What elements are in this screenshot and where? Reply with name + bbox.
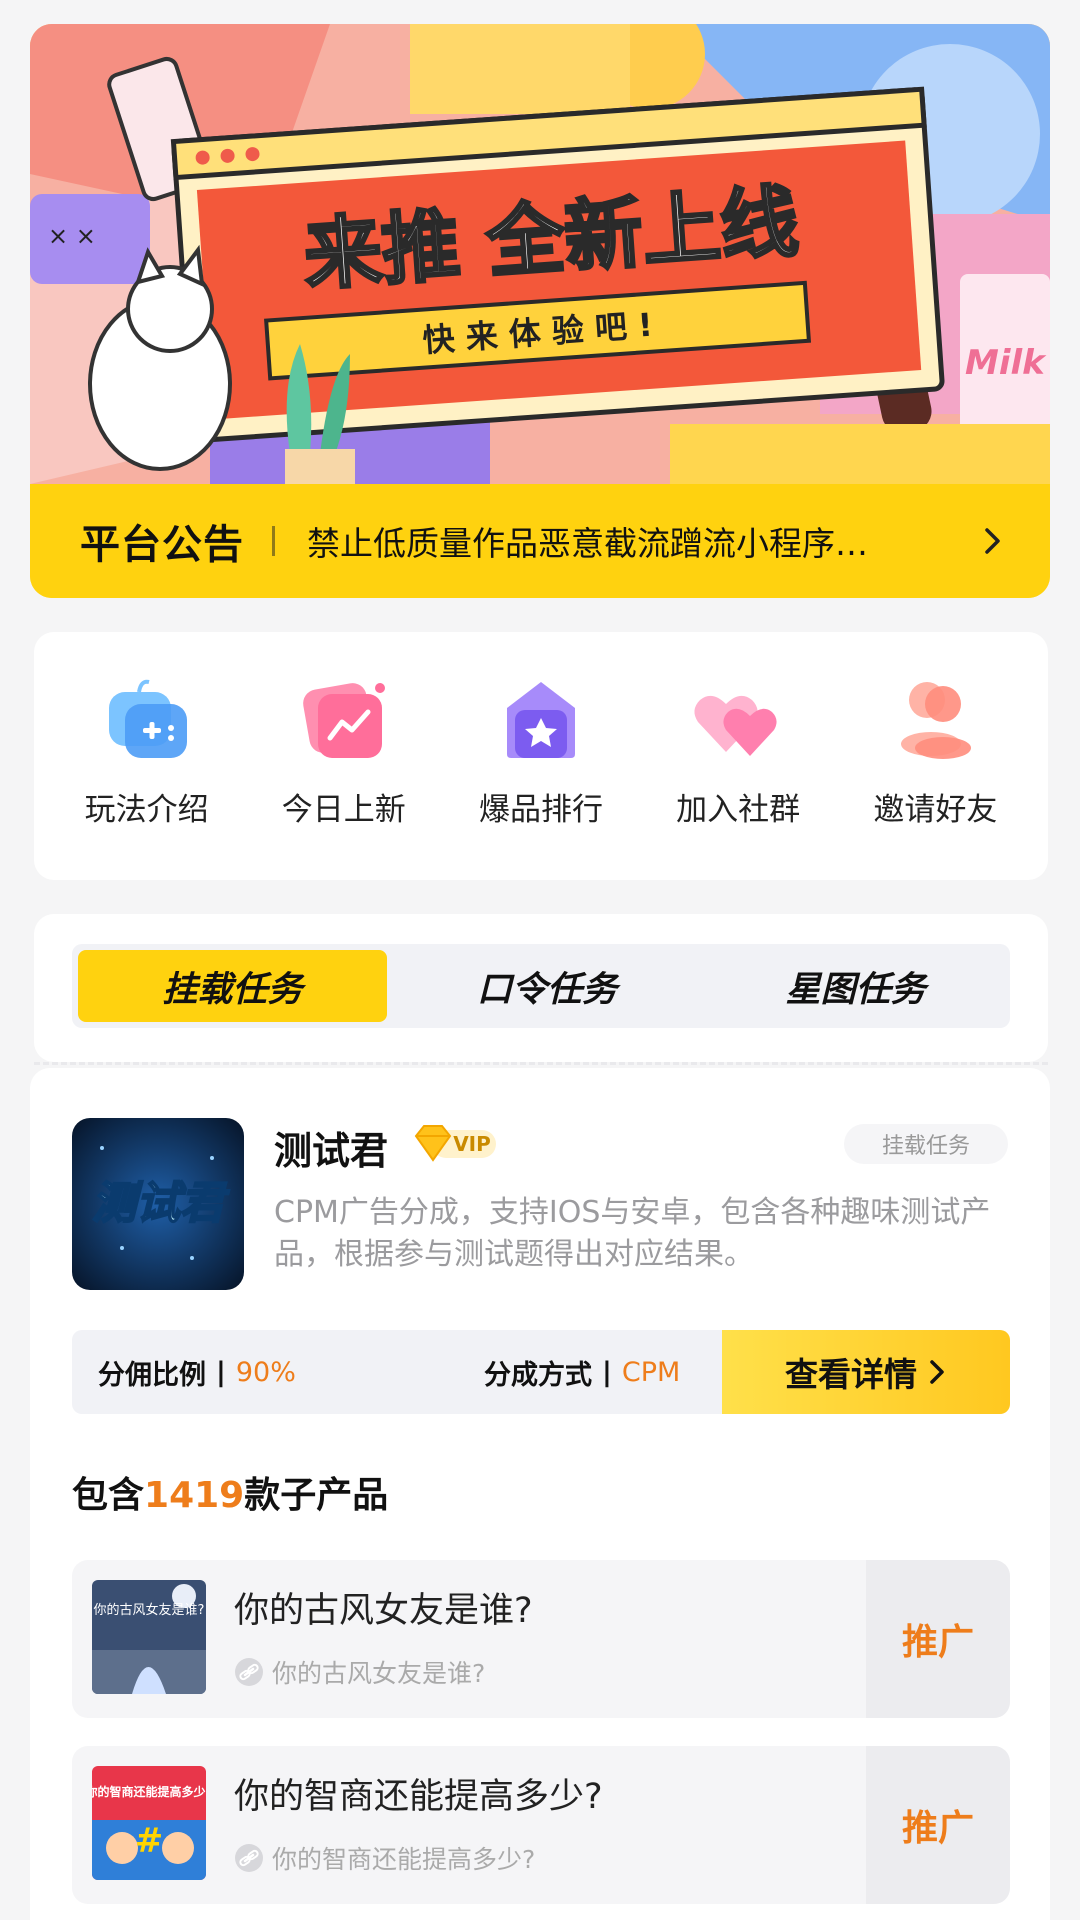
thumb-caption: 你的古风女友是谁? bbox=[94, 1602, 205, 1618]
svg-text:× ×: × × bbox=[48, 222, 96, 250]
hearts-icon bbox=[694, 695, 777, 756]
notice-text[interactable]: 禁止低质量作品恶意截流蹭流小程序… bbox=[307, 517, 927, 565]
users-icon bbox=[901, 682, 972, 759]
chevron-right-icon bbox=[930, 1360, 944, 1384]
product-card[interactable]: 测试君 测试君 VIP 挂载任务 CPM广告分成，支持IOS与安卓，包含各种趣味… bbox=[30, 1068, 1050, 1920]
sub-product-name: 你的古风女友是谁? bbox=[234, 1591, 533, 1631]
notice-divider bbox=[272, 526, 275, 556]
menu-item-gameplay[interactable]: 玩法介绍 bbox=[57, 632, 237, 880]
menu-label: 邀请好友 bbox=[873, 792, 998, 828]
banner-card[interactable]: × × Milk 来推 全新上线 快 来 体 验 吧 ! 平台公告 禁止低质量作… bbox=[30, 24, 1050, 598]
thumb-caption: 你的智商还能提高多少? bbox=[92, 1784, 206, 1799]
menu-item-hot-ranking[interactable]: 爆品排行 bbox=[451, 632, 631, 880]
link-icon bbox=[235, 1844, 263, 1872]
list-item[interactable]: 你的古风女友是谁? 你的古风女友是谁? 你的古风女友是谁? 推广 bbox=[72, 1560, 1010, 1718]
promote-button[interactable]: 推广 bbox=[866, 1560, 1010, 1718]
commission-ratio: 分佣比例 | 90% bbox=[98, 1330, 296, 1414]
notice-tag: 平台公告 bbox=[80, 522, 244, 568]
dashed-divider bbox=[34, 1062, 1048, 1065]
sub-product-thumbnail: # 你的智商还能提高多少? bbox=[92, 1766, 206, 1880]
menu-label: 加入社群 bbox=[676, 792, 801, 828]
menu-item-invite-friends[interactable]: 邀请好友 bbox=[845, 632, 1025, 880]
sub-product-thumbnail: 你的古风女友是谁? bbox=[92, 1580, 206, 1694]
sub-product-link-text: 你的古风女友是谁? bbox=[272, 1659, 486, 1688]
commission-label: 分佣比例 bbox=[98, 1359, 206, 1391]
promote-button[interactable]: 推广 bbox=[866, 1746, 1010, 1904]
sub-count-prefix: 包含 bbox=[72, 1475, 145, 1516]
sub-product-name: 你的智商还能提高多少? bbox=[234, 1777, 603, 1817]
separator: | bbox=[602, 1356, 612, 1388]
sub-product-link-text: 你的智商还能提高多少? bbox=[272, 1845, 536, 1874]
product-thumbnail[interactable]: 测试君 bbox=[72, 1118, 244, 1290]
list-item[interactable]: # 你的智商还能提高多少? 你的智商还能提高多少? 你的智商还能提高多少? 推广 bbox=[72, 1746, 1010, 1904]
sub-product-link[interactable]: 你的古风女友是谁? bbox=[234, 1654, 485, 1690]
menu-item-new-today[interactable]: 今日上新 bbox=[254, 632, 434, 880]
thumb-title: 测试君 bbox=[92, 1178, 230, 1229]
tab-password-task[interactable]: 口令任务 bbox=[393, 944, 702, 1028]
product-description: CPM广告分成，支持IOS与安卓，包含各种趣味测试产品，根据参与测试题得出对应结… bbox=[274, 1195, 991, 1272]
product-name: 测试君 bbox=[274, 1129, 389, 1173]
gamepad-icon bbox=[108, 679, 187, 758]
milk-label: Milk bbox=[965, 343, 1047, 383]
task-tabs-card: 挂载任务 口令任务 星图任务 bbox=[34, 914, 1048, 1062]
menu-item-join-group[interactable]: 加入社群 bbox=[648, 632, 828, 880]
mode-label: 分成方式 bbox=[484, 1359, 592, 1391]
commission-bar: 分佣比例 | 90% 分成方式 | CPM 查看详情 bbox=[72, 1330, 1010, 1414]
star-rank-icon bbox=[506, 682, 575, 758]
menu-label: 今日上新 bbox=[281, 792, 406, 828]
sub-product-count: 包含1419款子产品 bbox=[72, 1466, 388, 1518]
view-details-button[interactable]: 查看详情 bbox=[722, 1330, 1010, 1414]
menu-label: 爆品排行 bbox=[478, 792, 603, 828]
quick-menu: 玩法介绍 今日上新 爆品排行 加入社群 邀请好友 bbox=[34, 632, 1048, 880]
banner-illustration[interactable]: × × Milk 来推 全新上线 快 来 体 验 吧 ! bbox=[30, 24, 1050, 484]
vip-badge: VIP bbox=[414, 1125, 496, 1162]
link-icon bbox=[235, 1658, 263, 1686]
task-type-badge: 挂载任务 bbox=[843, 1124, 1008, 1164]
chevron-right-icon[interactable] bbox=[978, 527, 1006, 555]
separator: | bbox=[216, 1356, 226, 1388]
notice-bar[interactable]: 平台公告 禁止低质量作品恶意截流蹭流小程序… bbox=[30, 484, 1050, 598]
sub-product-link[interactable]: 你的智商还能提高多少? bbox=[234, 1840, 535, 1876]
task-tabs: 挂载任务 口令任务 星图任务 bbox=[72, 944, 1010, 1028]
menu-label: 玩法介绍 bbox=[84, 792, 209, 828]
tab-mount-task[interactable]: 挂载任务 bbox=[78, 950, 387, 1022]
vip-text: VIP bbox=[453, 1132, 491, 1156]
revenue-mode: 分成方式 | CPM bbox=[484, 1330, 680, 1414]
view-details-label: 查看详情 bbox=[785, 1355, 917, 1394]
mode-value: CPM bbox=[621, 1356, 681, 1388]
sub-count-suffix: 款子产品 bbox=[244, 1475, 389, 1516]
sub-count-number: 1419 bbox=[144, 1475, 245, 1516]
commission-value: 90% bbox=[235, 1356, 296, 1388]
tab-xingtu-task[interactable]: 星图任务 bbox=[701, 944, 1010, 1028]
svg-text:#: # bbox=[135, 1821, 164, 1861]
trend-chart-icon bbox=[302, 683, 385, 758]
